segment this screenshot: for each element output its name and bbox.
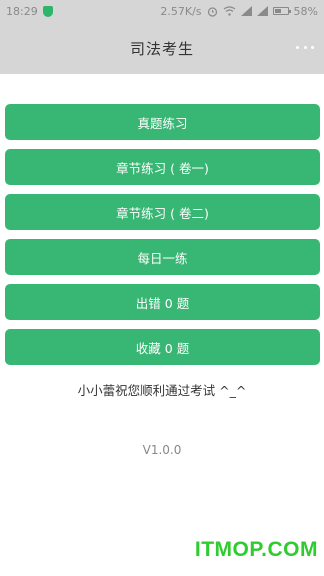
page-title: 司法考生 [129,39,194,58]
shield-icon [42,5,53,17]
more-dots-icon[interactable] [296,40,314,54]
network-speed: 2.57K/s [160,4,202,18]
wifi-icon [223,6,236,16]
alarm-icon [207,6,218,17]
menu-list: 真题练习 章节练习 ( 卷一) 章节练习 ( 卷二) 每日一练 出错 0 题 收… [5,104,320,374]
real-exam-practice-button[interactable]: 真题练习 [5,104,320,140]
signal-icon [256,6,268,16]
chapter-practice-vol1-button[interactable]: 章节练习 ( 卷一) [5,149,320,185]
battery-icon [272,7,291,15]
status-time: 18:29 [6,4,38,18]
battery-percent: 58% [293,4,318,18]
watermark: ITMOP.COM [194,538,318,561]
signal-icon [240,6,252,16]
daily-practice-button[interactable]: 每日一练 [5,239,320,275]
chapter-practice-vol2-button[interactable]: 章节练习 ( 卷二) [5,194,320,230]
wrong-questions-button[interactable]: 出错 0 题 [5,284,320,320]
greeting-text: 小小蕾祝您顺利通过考试 ^_^ [77,383,247,398]
status-bar: 18:29 2.57K/s 58% [0,0,324,22]
version-label: V1.0.0 [142,443,182,457]
favorites-button[interactable]: 收藏 0 题 [5,329,320,365]
title-bar: 司法考生 [0,22,324,74]
